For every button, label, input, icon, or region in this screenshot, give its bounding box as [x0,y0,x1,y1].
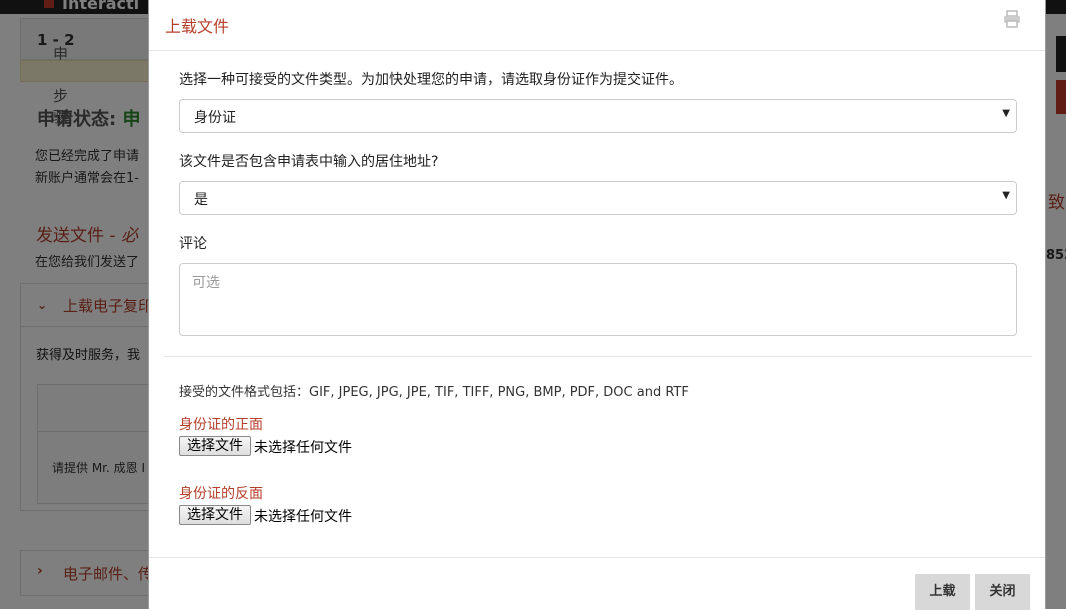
choose-file-back-button[interactable]: 选择文件 [179,505,251,525]
comment-label: 评论 [179,236,207,252]
id-front-label: 身份证的正面 [179,417,263,433]
dialog-footer: 上载 关闭 [149,557,1045,610]
divider [164,356,1032,357]
upload-button[interactable]: 上载 [915,574,970,610]
comment-placeholder: 可选 [192,275,220,291]
dialog-title: 上载文件 [165,17,230,36]
address-included-select[interactable]: 是 ▼ [179,181,1017,215]
document-type-value: 身份证 [194,110,236,126]
upload-file-dialog: 上载文件 选择一种可接受的文件类型。为加快处理您的申请，请选取身份证作为提交证件… [148,0,1046,610]
formats-prefix: 接受的文件格式包括： [179,385,310,400]
dropdown-arrow-icon: ▼ [1002,108,1010,119]
no-file-front-text: 未选择任何文件 [254,440,352,456]
document-type-select[interactable]: 身份证 ▼ [179,99,1017,133]
formats-list: GIF, JPEG, JPG, JPE, TIF, TIFF, PNG, BMP… [309,385,689,400]
id-back-label: 身份证的反面 [179,486,263,502]
dialog-header: 上载文件 [149,0,1045,51]
address-question: 该文件是否包含申请表中输入的居住地址? [179,154,439,170]
accepted-formats: 接受的文件格式包括：GIF, JPEG, JPG, JPE, TIF, TIFF… [179,381,689,400]
comment-textarea[interactable]: 可选 [179,263,1017,336]
dropdown-arrow-icon: ▼ [1002,190,1010,201]
close-button[interactable]: 关闭 [975,574,1030,610]
instruction-text: 选择一种可接受的文件类型。为加快处理您的申请，请选取身份证作为提交证件。 [179,72,683,88]
address-included-value: 是 [194,192,208,208]
printer-icon[interactable] [1003,10,1021,28]
no-file-back-text: 未选择任何文件 [254,509,352,525]
choose-file-front-button[interactable]: 选择文件 [179,436,251,456]
